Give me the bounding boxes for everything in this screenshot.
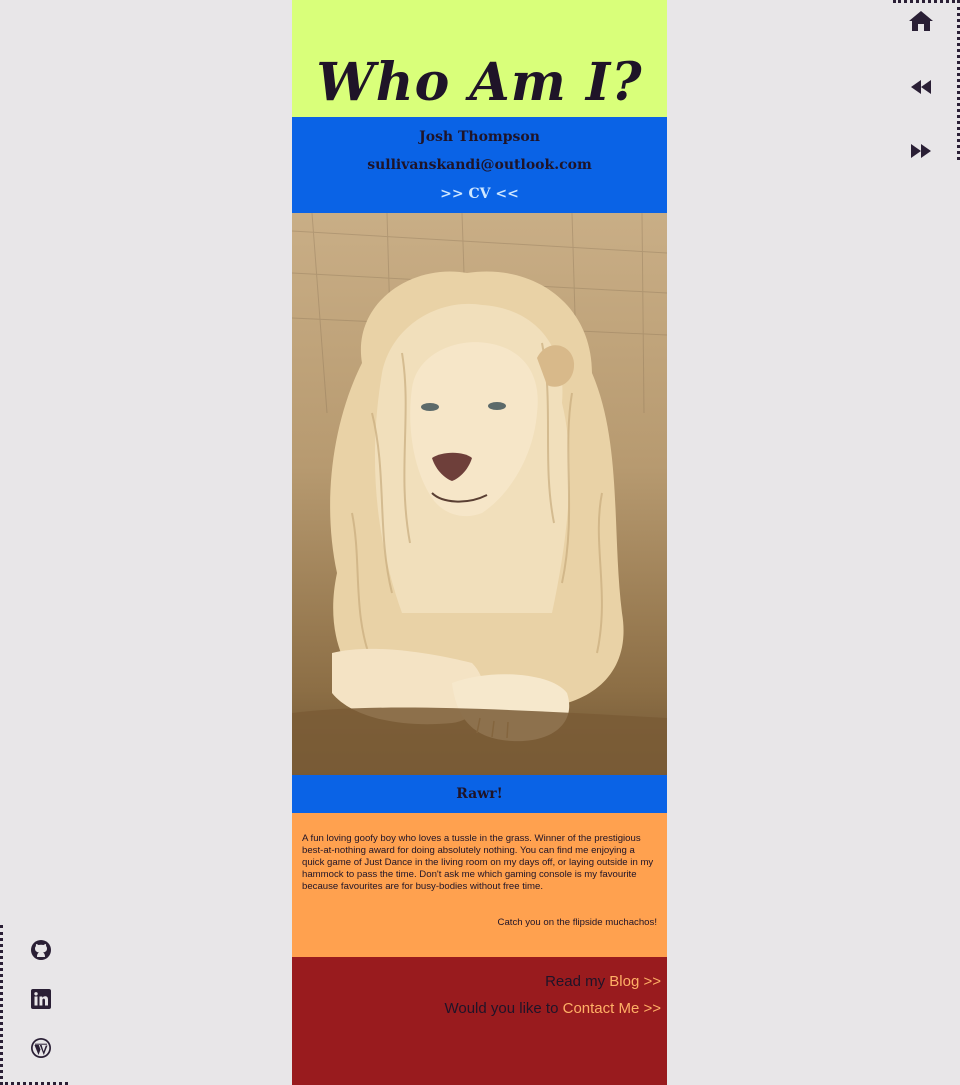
bio-signoff: Catch you on the flipside muchachos! [497, 917, 657, 928]
fast-forward-icon [911, 144, 931, 158]
page-title: Who Am I? [316, 52, 643, 113]
linkedin-link[interactable] [29, 987, 53, 1011]
contact-prefix: Would you like to [444, 1000, 563, 1017]
contact-row: Would you like to Contact Me >> [292, 998, 661, 1025]
photo-caption: Rawr! [456, 786, 503, 802]
header: Who Am I? [292, 0, 667, 117]
contact-me-link[interactable]: Contact Me >> [563, 1000, 661, 1017]
bio-text: A fun loving goofy boy who loves a tussl… [302, 833, 654, 892]
bio-section: A fun loving goofy boy who loves a tussl… [292, 813, 667, 957]
social-links [0, 925, 68, 1085]
previous-page-button[interactable] [907, 73, 935, 101]
photo-caption-band: Rawr! [292, 775, 667, 813]
cv-link[interactable]: >> CV << [440, 179, 519, 209]
rewind-icon [911, 80, 931, 94]
wordpress-link[interactable] [29, 1036, 53, 1060]
wordpress-icon [31, 1038, 51, 1058]
footer-links: Read my Blog >> Would you like to Contac… [292, 957, 667, 1085]
contact-band: Josh Thompson sullivanskandi@outlook.com… [292, 117, 667, 213]
author-email[interactable]: sullivanskandi@outlook.com [367, 151, 592, 179]
blog-prefix: Read my [545, 973, 610, 990]
page: Who Am I? Josh Thompson sullivanskandi@o… [0, 0, 960, 1085]
github-link[interactable] [29, 938, 53, 962]
home-icon [909, 11, 933, 31]
next-page-button[interactable] [907, 137, 935, 165]
linkedin-icon [31, 989, 51, 1009]
home-button[interactable] [907, 7, 935, 35]
lion-photo [292, 213, 667, 775]
blog-link[interactable]: Blog >> [609, 973, 661, 990]
lion-illustration [292, 213, 667, 775]
blog-row: Read my Blog >> [292, 971, 661, 998]
github-icon [31, 940, 51, 960]
main-column: Who Am I? Josh Thompson sullivanskandi@o… [292, 0, 667, 1085]
author-name: Josh Thompson [419, 129, 540, 145]
page-navigation [893, 0, 960, 160]
